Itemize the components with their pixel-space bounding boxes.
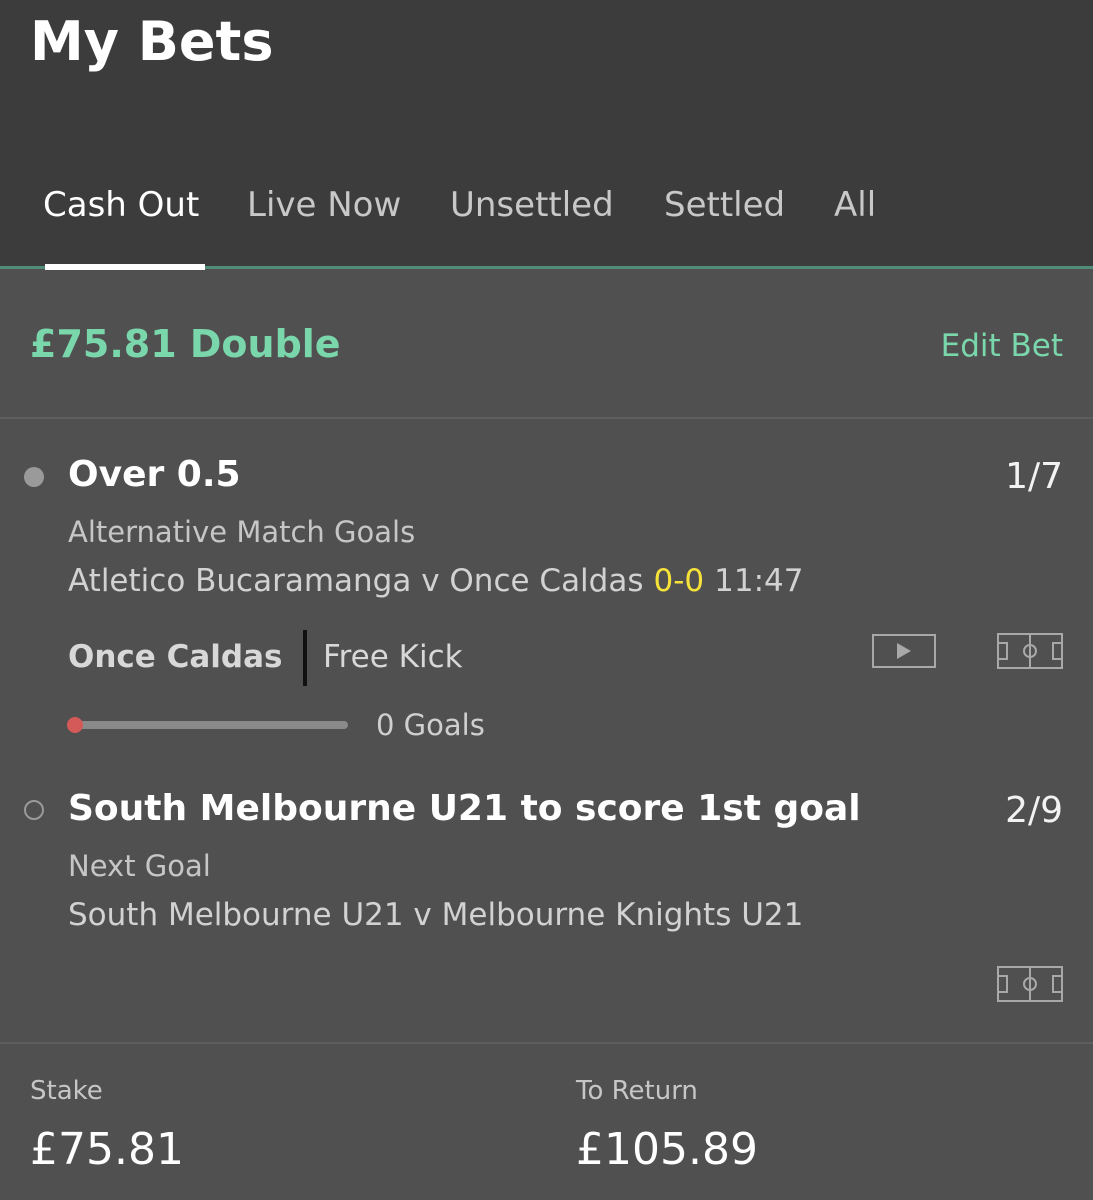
- page-title: My Bets: [30, 10, 274, 73]
- app-header: My Bets Cash Out Live Now Unsettled Sett…: [0, 0, 1093, 268]
- goals-progress-label: 0 Goals: [376, 708, 485, 742]
- goals-progress-bar: [70, 721, 348, 729]
- tab-all[interactable]: All: [834, 185, 876, 225]
- bet-footer: Stake £75.81 To Return £105.89: [0, 1044, 1093, 1200]
- match-clock: 11:47: [714, 563, 804, 599]
- selection-market: Alternative Match Goals: [68, 515, 416, 549]
- bet-selection: Over 0.5 1/7 Alternative Match Goals Atl…: [0, 418, 1093, 768]
- selection-name: Over 0.5: [68, 454, 241, 495]
- selection-name: South Melbourne U21 to score 1st goal: [68, 788, 861, 829]
- tab-bar: Cash Out Live Now Unsettled Settled All: [0, 185, 1093, 268]
- to-return-label: To Return: [576, 1076, 698, 1106]
- selection-event: Atletico Bucaramanga v Once Caldas 0-0 11:…: [68, 563, 803, 599]
- hollow-dot-icon: [24, 800, 44, 820]
- video-icon[interactable]: [872, 634, 936, 668]
- live-team-name: Once Caldas: [68, 639, 283, 675]
- selection-event: South Melbourne U21 v Melbourne Knights …: [68, 897, 804, 933]
- goals-progress-knob: [67, 717, 83, 733]
- bet-header: £75.81 Double Edit Bet: [0, 270, 1093, 418]
- live-separator: [303, 630, 307, 686]
- pitch-icon[interactable]: [997, 966, 1063, 1002]
- stake-value: £75.81: [30, 1124, 184, 1175]
- edit-bet-link[interactable]: Edit Bet: [941, 328, 1063, 364]
- stake-label: Stake: [30, 1076, 103, 1106]
- selection-market: Next Goal: [68, 849, 211, 883]
- pitch-icon[interactable]: [997, 633, 1063, 669]
- filled-dot-icon: [24, 467, 44, 487]
- bet-title: £75.81 Double: [30, 322, 341, 366]
- live-event-name: Free Kick: [323, 639, 463, 675]
- tab-unsettled[interactable]: Unsettled: [450, 185, 614, 225]
- selection-odds: 2/9: [1005, 790, 1063, 831]
- selection-odds: 1/7: [1005, 456, 1063, 497]
- to-return-value: £105.89: [576, 1124, 758, 1175]
- tab-settled[interactable]: Settled: [664, 185, 785, 225]
- live-score: 0-0: [653, 563, 705, 599]
- tab-live-now[interactable]: Live Now: [247, 185, 401, 225]
- bet-selection: South Melbourne U21 to score 1st goal 2/…: [0, 768, 1093, 1040]
- event-name: Atletico Bucaramanga v Once Caldas: [68, 563, 644, 599]
- tab-cash-out[interactable]: Cash Out: [43, 185, 199, 225]
